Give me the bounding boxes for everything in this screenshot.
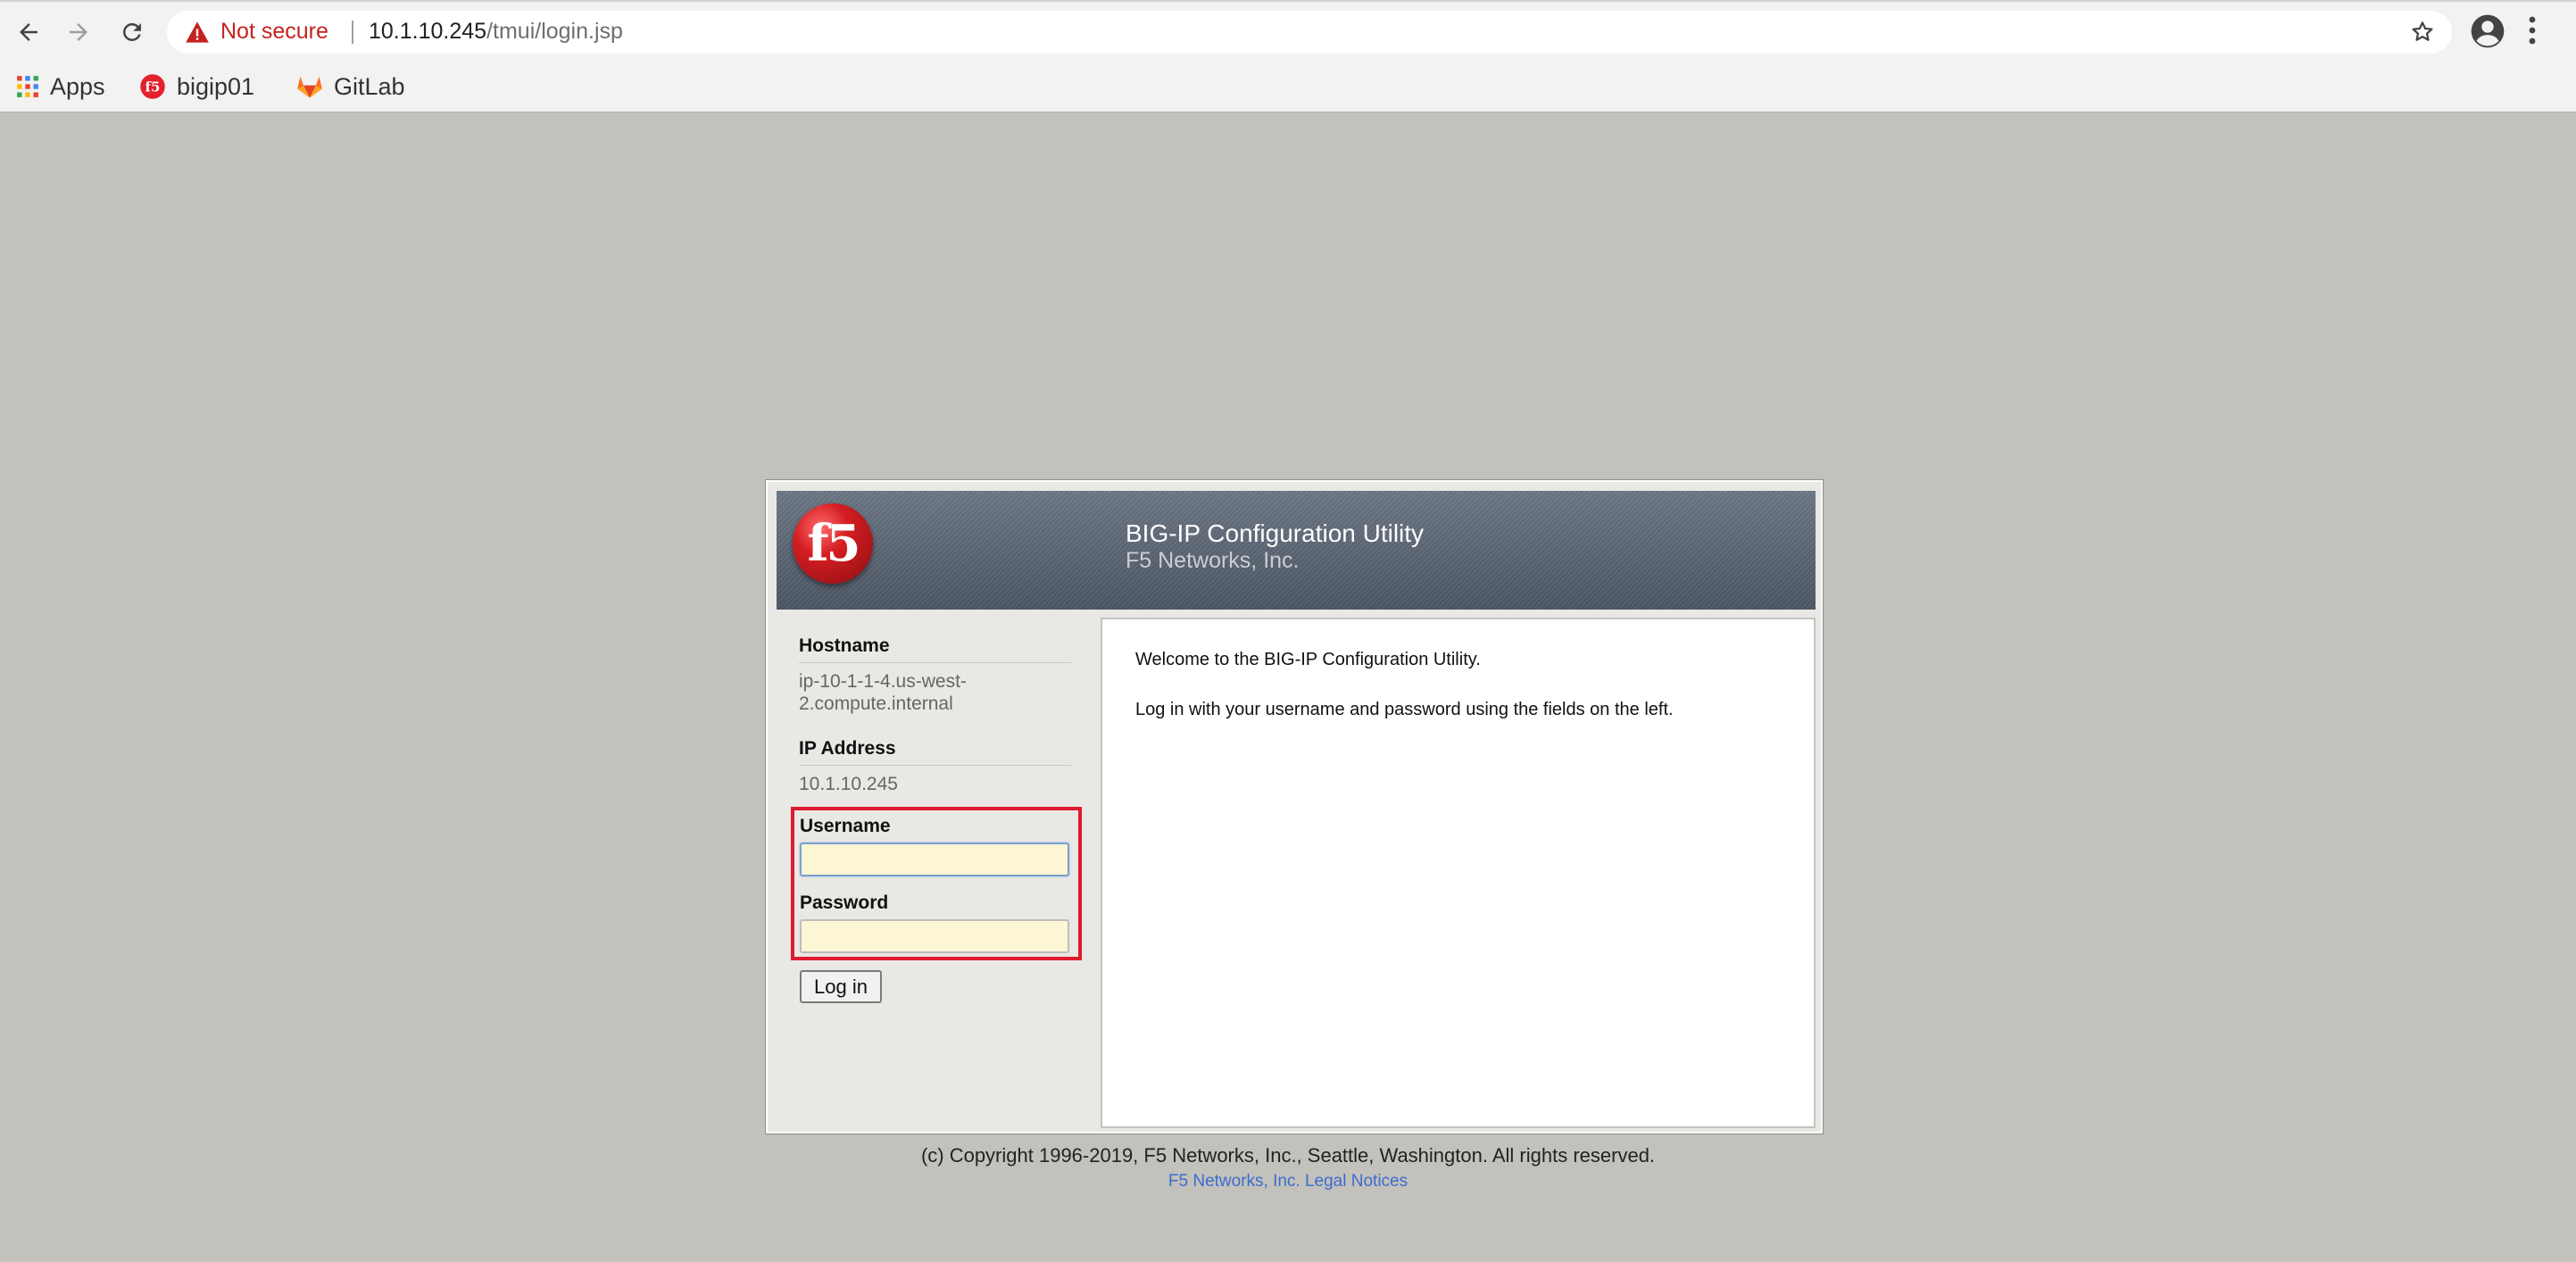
product-title: BIG-IP Configuration Utility [1126,519,1425,547]
browser-toolbar: Not secure 10.1.10.245/tmui/login.jsp [0,0,2576,65]
browser-menu-icon[interactable] [2526,14,2539,51]
f5-logo: f5 [793,503,873,584]
bookmark-gitlab[interactable]: GitLab [296,69,405,104]
address-bar[interactable]: Not secure 10.1.10.245/tmui/login.jsp [167,11,2452,54]
reload-icon [123,22,141,41]
password-input[interactable] [800,919,1069,953]
welcome-pane: Welcome to the BIG-IP Configuration Util… [1101,618,1816,1128]
profile-avatar-icon[interactable] [2470,13,2505,54]
warning-triangle-icon [185,21,210,48]
forward-button[interactable] [57,11,100,54]
back-button[interactable] [7,11,50,54]
ip-address-label: IP Address [799,738,1071,766]
username-input[interactable] [800,843,1069,876]
credentials-highlight: Username Password [791,807,1082,960]
svg-text:f5: f5 [145,79,161,95]
welcome-text: Welcome to the BIG-IP Configuration Util… [1135,650,1481,669]
bookmarks-bar: Apps f5 bigip01 GitLab [0,65,2576,112]
hostname-label: Hostname [799,635,1071,663]
username-label: Username [800,816,891,836]
logo-text: f5 [807,514,860,573]
reload-button[interactable] [111,11,154,54]
legal-notices-link[interactable]: F5 Networks, Inc. Legal Notices [1168,1172,1408,1191]
gitlab-icon [297,76,322,98]
system-info: Hostname ip-10-1-1-4.us-west-2.compute.i… [799,635,1071,795]
f5-favicon-icon: f5 [140,74,165,99]
back-arrow-icon [20,23,37,41]
url-text[interactable]: 10.1.10.245/tmui/login.jsp [369,19,623,45]
apps-grid-icon [17,76,38,97]
ip-address-value: 10.1.10.245 [799,774,898,794]
copyright-text: (c) Copyright 1996-2019, F5 Networks, In… [920,1144,1656,1167]
security-status[interactable]: Not secure [220,19,328,45]
log-in-button[interactable]: Log in [800,970,882,1003]
bookmark-label: GitLab [334,72,405,100]
login-panel: f5 BIG-IP Configuration Utility F5 Netwo… [765,479,1824,1134]
hostname-value: ip-10-1-1-4.us-west-2.compute.internal [799,671,967,714]
bookmark-label: Apps [50,72,105,100]
url-path: /tmui/login.jsp [486,19,623,44]
header-banner: f5 BIG-IP Configuration Utility F5 Netwo… [777,491,1816,610]
bookmark-apps[interactable]: Apps [16,69,105,104]
login-instructions: Log in with your username and password u… [1135,700,1674,719]
tab-strip-edge [0,0,2576,2]
bookmark-bigip01[interactable]: f5 bigip01 [139,69,254,104]
company-name: F5 Networks, Inc. [1126,548,1300,573]
address-separator [352,21,353,44]
forward-arrow-icon [70,23,87,41]
page-footer: (c) Copyright 1996-2019, F5 Networks, In… [0,1144,2576,1191]
password-label: Password [800,893,889,913]
url-host: 10.1.10.245 [369,19,487,44]
bookmark-label: bigip01 [177,72,255,100]
bookmark-star-icon[interactable] [2409,19,2436,50]
